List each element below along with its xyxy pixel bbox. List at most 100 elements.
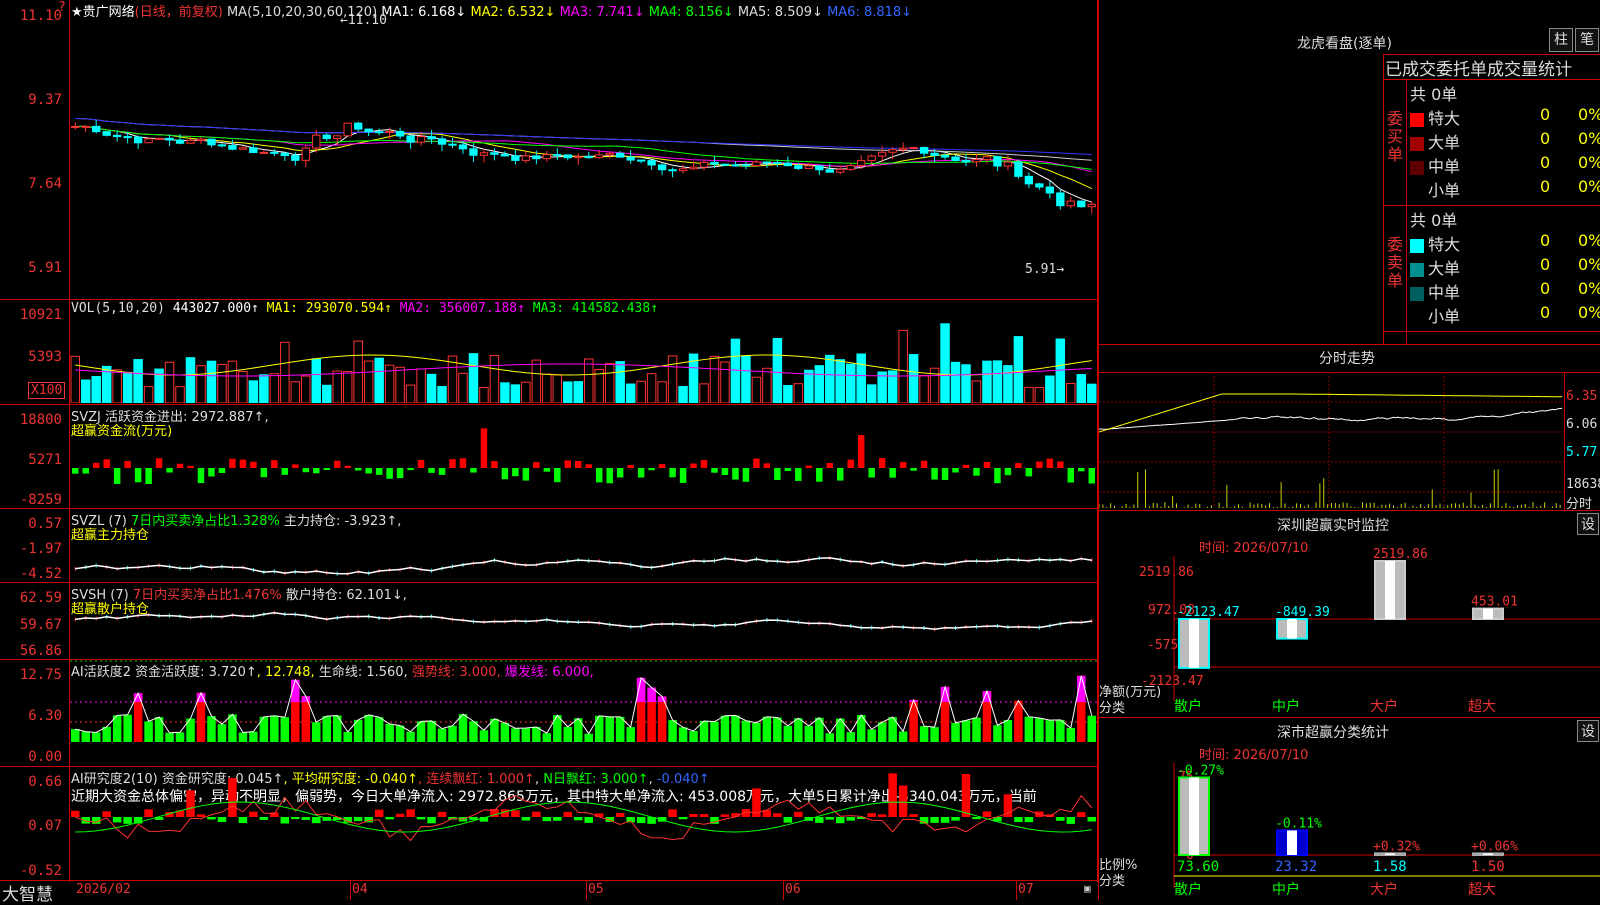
brand-logo: 大智慧 [2, 885, 53, 905]
volume-bar [1076, 374, 1087, 403]
volume-bar [1066, 382, 1076, 403]
volume-bar [751, 376, 762, 403]
flow-bar [72, 468, 79, 474]
volume-bar [196, 365, 206, 403]
ai2-bars [70, 660, 1097, 742]
flow-bar [690, 463, 697, 468]
volume-bar [405, 384, 416, 403]
volume-bar [342, 371, 353, 403]
candle-body [406, 135, 415, 143]
category-label: 散户 [1174, 698, 1202, 715]
volume-bar [122, 371, 133, 403]
research-bar [186, 790, 195, 817]
candle-body [123, 136, 132, 139]
category-label: 超大 [1468, 699, 1496, 715]
candle-body [270, 151, 279, 154]
candle-body [909, 146, 918, 149]
volume-bars [70, 323, 1097, 403]
flow-bar [239, 459, 247, 468]
flow-bar [386, 468, 393, 479]
candle-body [804, 165, 813, 169]
row-label: 特大 [1428, 235, 1461, 254]
flow-bar [145, 468, 152, 484]
volume-bar [217, 364, 227, 403]
candle-body [427, 136, 436, 140]
research-bar [312, 817, 321, 824]
candle-body [490, 152, 499, 155]
column-view-button[interactable]: 柱 [1549, 28, 1573, 52]
activity-bar [741, 720, 751, 742]
research-bar [291, 817, 300, 820]
research-bar [867, 813, 876, 817]
intraday-axis-3: 5.77 [1566, 445, 1598, 460]
candle-body [731, 164, 740, 167]
candle-body [919, 146, 929, 154]
activity-bar [343, 731, 352, 742]
candle-body [374, 131, 384, 134]
stroke-view-button[interactable]: 笔 [1575, 28, 1599, 52]
lock-icon[interactable]: ▣ [1084, 882, 1091, 895]
lhb-tab-text[interactable]: 已成交委托单成交量统计 [1385, 55, 1572, 80]
flow-bar [1036, 461, 1043, 468]
volume-bar [332, 370, 342, 403]
candle-body [689, 166, 698, 170]
classify-xlabel: 分类 [1099, 874, 1126, 889]
volume-bar [825, 354, 835, 403]
flow-bar [732, 468, 739, 480]
main-chart-area[interactable]: ★贵广网络(日线，前复权) MA(5,10,20,30,60,120) MA1:… [0, 0, 1098, 905]
activity-line [75, 675, 1093, 735]
research-bar [1087, 817, 1096, 822]
flow-bar [857, 435, 865, 468]
color-swatch [1410, 160, 1424, 175]
flow-bar [669, 468, 676, 478]
volume-bar [395, 366, 405, 403]
candle-body [616, 152, 625, 158]
row-count: 0 [1540, 231, 1551, 250]
activity-bar [91, 732, 101, 742]
activity-bar [783, 725, 793, 742]
price-line [1099, 407, 1563, 430]
research-bar [563, 811, 573, 817]
category-label: 中户 [1272, 698, 1300, 715]
activity-bar [563, 726, 573, 742]
flow-bar [313, 468, 320, 474]
research-bar [91, 817, 101, 824]
candle-body [385, 130, 394, 133]
flow-bar [365, 468, 372, 474]
flow-bar [941, 468, 949, 480]
volume-bar [185, 357, 196, 403]
share-value-label: 23.32 [1275, 859, 1317, 875]
activity-bar [81, 731, 90, 742]
candle-body [584, 156, 593, 159]
flow-bar [543, 468, 551, 472]
flow-bar [1057, 461, 1064, 468]
research-bar [542, 817, 552, 822]
candle-body [930, 152, 939, 156]
intraday-panel[interactable]: 分时走势 6.35 6.06 5.77 18638 分时 [1099, 345, 1600, 512]
svzl-line [74, 555, 1093, 576]
flow-bar [564, 460, 572, 468]
flow-bar [396, 468, 404, 479]
ai2-axis-3: 0.00 [28, 749, 62, 765]
activity-bar [752, 722, 761, 742]
research-bar [217, 817, 227, 822]
candle-body [636, 159, 646, 162]
volume-bar [112, 369, 122, 403]
research-bar [123, 817, 132, 824]
flow-bar [292, 464, 299, 468]
row-count: 0 [1540, 279, 1551, 298]
flow-bar [1088, 468, 1095, 484]
research-bar [249, 811, 258, 817]
volume-bar [1024, 386, 1034, 403]
candle-body [647, 160, 656, 166]
volume-bar [542, 373, 552, 403]
candle-body [595, 154, 604, 159]
candle-body [888, 149, 897, 153]
candle-body [511, 155, 520, 161]
volume-bar [866, 384, 877, 403]
row-pct: 0% [1578, 177, 1600, 196]
activity-bar [1045, 720, 1055, 742]
intraday-title: 分时走势 [1319, 351, 1375, 367]
volume-bar [720, 361, 730, 403]
ma-line [75, 125, 1092, 170]
